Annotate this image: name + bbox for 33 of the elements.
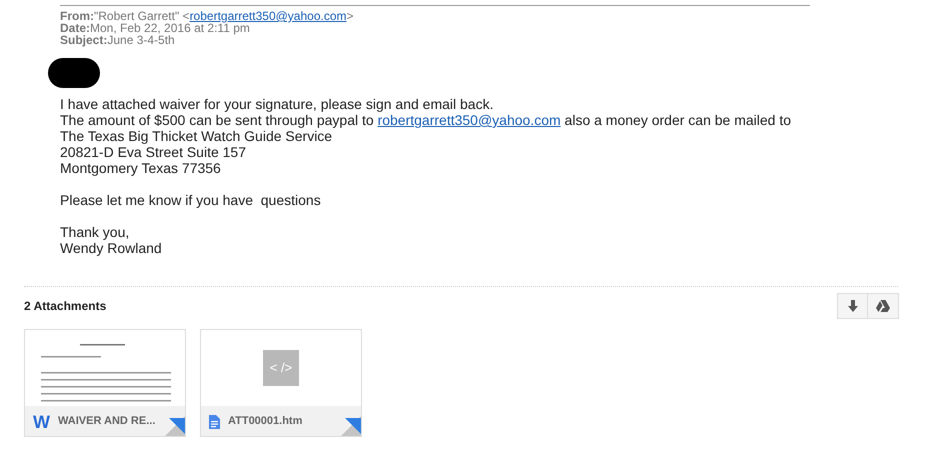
save-to-drive-button[interactable]	[868, 293, 899, 319]
date-label: Date:	[60, 22, 90, 34]
download-icon	[848, 300, 858, 312]
body-text: I have attached waiver for your signature, please sign and email back.	[60, 96, 494, 112]
fold-corner-icon	[341, 416, 361, 436]
word-file-icon: W	[33, 412, 50, 430]
attachment-card[interactable]: < /> ATT00001.htm	[200, 329, 362, 437]
attachment-card[interactable]: W WAIVER AND RE...	[24, 329, 186, 437]
code-file-preview: < />	[263, 350, 299, 386]
body-text: The Texas Big Thicket Watch Guide Service	[60, 128, 332, 144]
body-text: Thank you,	[60, 224, 130, 240]
body-text: Please let me know if you have questions	[60, 192, 321, 208]
fold-corner-icon	[165, 416, 185, 436]
subject-value: June 3-4-5th	[107, 34, 175, 46]
sender-email-link[interactable]: robertgarrett350@yahoo.com	[190, 10, 346, 22]
attachment-name: WAIVER AND RE...	[58, 414, 156, 430]
download-all-button[interactable]	[837, 293, 868, 319]
from-label: From:	[60, 10, 94, 22]
body-text: also a money order can be mailed to	[564, 112, 792, 128]
attachment-name: ATT00001.htm	[228, 414, 302, 430]
document-icon	[209, 414, 220, 428]
body-text: The amount of $500 can be sent through paypal to	[60, 112, 375, 128]
email-link[interactable]: robertgarrett350@yahoo.com	[378, 112, 561, 128]
drive-icon	[876, 300, 890, 312]
sender-name: "Robert Garrett" <	[94, 10, 190, 22]
subject-label: Subject:	[60, 34, 108, 46]
body-text: 20821-D Eva Street Suite 157	[60, 144, 246, 160]
attachments-title: 2 Attachments	[24, 298, 106, 315]
body-text: Wendy Rowland	[60, 240, 162, 256]
body-text: Montgomery Texas 77356	[60, 160, 221, 176]
date-value: Mon, Feb 22, 2016 at 2:11 pm	[90, 22, 250, 34]
email-bracket: >	[346, 10, 354, 22]
redaction-mark	[48, 58, 100, 88]
